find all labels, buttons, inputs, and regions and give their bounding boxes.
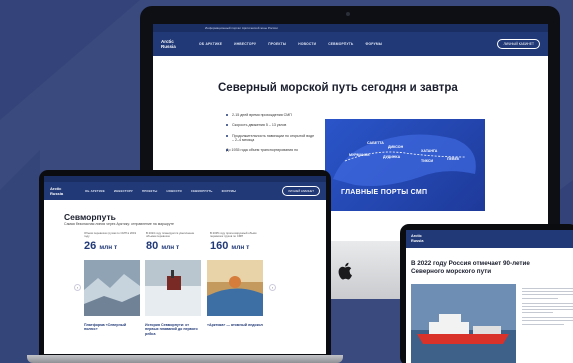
desktop-nav: Arctic Russia ОБ АРКТИКЕ ИНВЕСТОРУ ПРОЕК…: [153, 32, 548, 56]
nav-news[interactable]: НОВОСТИ: [298, 42, 316, 46]
nav-projects[interactable]: ПРОЕКТЫ: [142, 189, 158, 193]
article-card[interactable]: Платформа «Северный полюс»: [84, 260, 140, 332]
section-title: Севморпуть: [64, 212, 116, 222]
article-caption: Платформа «Северный полюс»: [84, 323, 127, 332]
article-image: [145, 260, 201, 316]
city-label: МУРМАНСК: [349, 153, 370, 157]
apple-logo-icon: [338, 262, 352, 280]
feature-list: 2-15 дней время прохождения СМП Скорость…: [226, 113, 316, 158]
nav-forums[interactable]: ФОРУМЫ: [365, 42, 382, 46]
next-arrow-icon[interactable]: ›: [269, 284, 276, 291]
stat-caption: В 2024 году планируется увеличение объем…: [146, 231, 195, 239]
section-subtitle: Самая безопасная линия через Арктику: от…: [64, 222, 174, 226]
nav-sevmorput[interactable]: СЕВМОРПУТЬ: [191, 189, 213, 193]
article-card[interactable]: «Арктика» — атомный ледокол: [207, 260, 263, 327]
city-label: САБЕТТА: [367, 141, 384, 145]
tablet-device: Arctic Russia В 2022 году Россия отмечае…: [400, 224, 573, 363]
ship-photo: [411, 284, 516, 363]
city-label: ТИКСИ: [421, 159, 434, 163]
site-logo[interactable]: Arctic Russia: [411, 234, 437, 244]
article-image: [207, 260, 263, 316]
stat-value: 80 млн т: [146, 239, 180, 252]
article-image: [84, 260, 140, 316]
stat-block: Объём перевозок грузов по СМП в 2019 год…: [84, 231, 139, 252]
article-caption: История Севморпути: от первых плаваний д…: [145, 323, 198, 336]
cabinet-button[interactable]: ЛИЧНЫЙ КАБИНЕТ: [497, 39, 540, 49]
nav-investor[interactable]: ИНВЕСТОРУ: [234, 42, 256, 46]
nav-projects[interactable]: ПРОЕКТЫ: [268, 42, 286, 46]
city-label: ПЕВЕК: [447, 157, 460, 161]
city-label: ДИКСОН: [388, 145, 404, 149]
stat-block: В 2035 году прогнозируемый объём перевоз…: [210, 231, 265, 252]
site-logo[interactable]: Arctic Russia: [50, 186, 76, 196]
hero-title: Северный морской путь сегодня и завтра: [218, 82, 458, 94]
stat-caption: Объём перевозок грузов по СМП в 2019 год…: [84, 231, 137, 239]
footnote: До 1935 года объем транспортирования по: [226, 148, 316, 152]
site-logo[interactable]: Arctic Russia: [161, 39, 187, 49]
cabinet-button[interactable]: ЛИЧНЫЙ КАБИНЕТ: [282, 186, 320, 196]
feature-item: 2-15 дней время прохождения СМП: [226, 113, 316, 117]
article-card[interactable]: История Севморпути: от первых плаваний д…: [145, 260, 201, 336]
topbar-text: Информационный портал Арктической зоны Р…: [205, 26, 278, 30]
nav-sevmorput[interactable]: СЕВМОРПУТЬ: [328, 42, 353, 46]
laptop-screen: Arctic Russia ОБ АРКТИКЕ ИНВЕСТОРУ ПРОЕК…: [44, 176, 326, 354]
stat-value: 26 млн т: [84, 239, 118, 252]
article-caption: «Арктика» — атомный ледокол: [207, 323, 263, 327]
tablet-screen: Arctic Russia В 2022 году Россия отмечае…: [406, 230, 573, 363]
stat-block: В 2024 году планируется увеличение объем…: [146, 231, 201, 252]
laptop-base: [27, 355, 343, 363]
arctic-map-shape: [333, 134, 476, 186]
article-text: [522, 288, 573, 327]
nav-forums[interactable]: ФОРУМЫ: [222, 189, 236, 193]
city-label: ХАТАНГА: [421, 149, 438, 153]
nav-investor[interactable]: ИНВЕСТОРУ: [114, 189, 133, 193]
camera-dot: [346, 12, 350, 16]
nav-about-arctic[interactable]: ОБ АРКТИКЕ: [85, 189, 105, 193]
feature-item: Продолжительность навигации по открытой …: [226, 134, 316, 143]
feature-item: Скорость движения 5 – 13 узлов: [226, 123, 316, 127]
desktop-topbar: Информационный портал Арктической зоны Р…: [153, 24, 548, 32]
city-label: ДУДИНКА: [383, 155, 401, 159]
article-title: В 2022 году Россия отмечает 90-летие Сев…: [411, 260, 530, 275]
laptop-nav: Arctic Russia ОБ АРКТИКЕ ИНВЕСТОРУ ПРОЕК…: [44, 182, 326, 200]
stat-value: 160 млн т: [210, 239, 250, 252]
laptop-device: Arctic Russia ОБ АРКТИКЕ ИНВЕСТОРУ ПРОЕК…: [27, 170, 343, 363]
prev-arrow-icon[interactable]: ‹: [74, 284, 81, 291]
ports-map[interactable]: САБЕТТА ДИКСОН ХАТАНГА ТИКСИ ПЕВЕК ДУДИН…: [325, 119, 485, 211]
nav-news[interactable]: НОВОСТИ: [167, 189, 182, 193]
nav-about-arctic[interactable]: ОБ АРКТИКЕ: [199, 42, 222, 46]
tablet-nav: Arctic Russia: [406, 230, 573, 248]
map-caption: ГЛАВНЫЕ ПОРТЫ СМП: [341, 189, 428, 196]
stat-caption: В 2035 году прогнозируемый объём перевоз…: [210, 231, 257, 239]
